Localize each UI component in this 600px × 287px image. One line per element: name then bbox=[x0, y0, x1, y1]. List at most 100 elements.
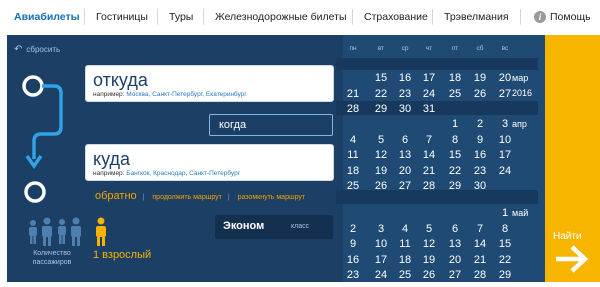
from-label: откуда bbox=[93, 70, 148, 90]
calendar-day[interactable]: 14 bbox=[419, 149, 439, 161]
calendar-day[interactable]: 28 bbox=[470, 269, 490, 281]
calendar-day[interactable]: 4 bbox=[395, 223, 415, 235]
calendar-day[interactable]: 30 bbox=[470, 180, 490, 192]
calendar-day[interactable]: 27 bbox=[395, 180, 415, 192]
calendar-day[interactable]: 26 bbox=[419, 269, 439, 281]
calendar-day[interactable]: 1 bbox=[445, 118, 465, 130]
calendar-day[interactable]: 19 bbox=[419, 254, 439, 266]
calendar-day[interactable]: 21 bbox=[470, 254, 490, 266]
calendar-day[interactable]: 12 bbox=[419, 238, 439, 250]
top-nav: Авиабилеты Гостиницы Туры Железнодорожны… bbox=[0, 0, 600, 32]
nav-item-insurance[interactable]: Страхование bbox=[364, 11, 428, 23]
calendar-day[interactable]: 17 bbox=[419, 72, 439, 84]
calendar-day[interactable]: 6 bbox=[445, 223, 465, 235]
to-field[interactable]: куда например: Бангкок, Краснодар, Санкт… bbox=[85, 144, 334, 181]
calendar-day[interactable]: 18 bbox=[445, 72, 465, 84]
calendar-day[interactable]: 25 bbox=[445, 88, 465, 100]
calendar-day[interactable]: 27 bbox=[445, 269, 465, 281]
nav-item-hotels[interactable]: Гостиницы bbox=[96, 11, 148, 23]
calendar-day[interactable]: 14 bbox=[470, 238, 490, 250]
calendar-day[interactable]: 28 bbox=[343, 103, 363, 115]
calendar-day[interactable]: 22 bbox=[495, 254, 515, 266]
calendar-day[interactable]: 23 bbox=[470, 165, 490, 177]
calendar-day[interactable]: 26 bbox=[371, 180, 391, 192]
calendar-day[interactable]: 15 bbox=[371, 72, 391, 84]
calendar-day[interactable]: 24 bbox=[419, 88, 439, 100]
calendar-day[interactable]: 29 bbox=[495, 269, 515, 281]
class-selector[interactable]: Эконом класс bbox=[215, 215, 333, 239]
continue-route-link[interactable]: продолжить маршрут bbox=[152, 194, 221, 201]
calendar-day[interactable]: 13 bbox=[395, 149, 415, 161]
calendar-day[interactable]: 19 bbox=[371, 165, 391, 177]
calendar-day[interactable]: 21 bbox=[343, 88, 363, 100]
calendar-day[interactable]: 2 bbox=[343, 223, 363, 235]
calendar-day[interactable]: 21 bbox=[419, 165, 439, 177]
calendar-day[interactable]: 23 bbox=[343, 269, 363, 281]
return-link[interactable]: обратно bbox=[95, 190, 137, 202]
calendar-day[interactable]: 9 bbox=[343, 238, 363, 250]
calendar-day[interactable]: 22 bbox=[445, 165, 465, 177]
nav-item-travelmania[interactable]: Трэвелмания bbox=[444, 11, 509, 23]
calendar-day[interactable]: 11 bbox=[343, 149, 363, 161]
calendar-day[interactable]: 29 bbox=[371, 103, 391, 115]
help-link[interactable]: Помощь bbox=[550, 11, 591, 23]
calendar-day[interactable]: 20 bbox=[395, 165, 415, 177]
calendar-day[interactable]: 7 bbox=[470, 223, 490, 235]
calendar-day[interactable]: 30 bbox=[395, 103, 415, 115]
calendar-day[interactable]: 10 bbox=[371, 238, 391, 250]
calendar-day[interactable]: 17 bbox=[495, 149, 515, 161]
reset-link[interactable]: ↶ сбросить bbox=[14, 44, 60, 55]
calendar-day[interactable]: 7 bbox=[419, 134, 439, 146]
calendar-day[interactable]: 13 bbox=[445, 238, 465, 250]
calendar-day[interactable]: 5 bbox=[371, 134, 391, 146]
calendar-day[interactable]: 26 bbox=[470, 88, 490, 100]
nav-item-flights[interactable]: Авиабилеты bbox=[14, 11, 80, 23]
calendar-day[interactable]: 16 bbox=[395, 72, 415, 84]
divider: | bbox=[227, 194, 230, 201]
calendar-day[interactable]: 3 bbox=[371, 223, 391, 235]
calendar-day[interactable]: 18 bbox=[395, 254, 415, 266]
calendar-day[interactable]: 23 bbox=[395, 88, 415, 100]
calendar-day[interactable]: 15 bbox=[495, 238, 515, 250]
nav-item-tours[interactable]: Туры bbox=[169, 11, 193, 23]
nav-item-trains[interactable]: Железнодорожные билеты bbox=[215, 11, 347, 23]
to-hint-examples[interactable]: Бангкок, Краснодар, Санкт-Петербург bbox=[126, 170, 240, 177]
month-label: апр bbox=[512, 119, 527, 129]
calendar-day[interactable]: 15 bbox=[445, 149, 465, 161]
calendar-day[interactable]: 24 bbox=[371, 269, 391, 281]
adults-count[interactable]: 1 взрослый bbox=[93, 249, 151, 261]
calendar-day[interactable]: 16 bbox=[343, 254, 363, 266]
calendar-day[interactable]: 10 bbox=[495, 134, 515, 146]
calendar-day[interactable]: 22 bbox=[371, 88, 391, 100]
calendar-day[interactable]: 11 bbox=[395, 238, 415, 250]
calendar-day[interactable]: 12 bbox=[371, 149, 391, 161]
calendar-day[interactable]: 2 bbox=[470, 118, 490, 130]
calendar-day[interactable]: 16 bbox=[470, 149, 490, 161]
undo-icon: ↶ bbox=[14, 44, 23, 55]
passengers-icon[interactable] bbox=[27, 217, 109, 247]
search-button[interactable]: Найти bbox=[545, 35, 600, 282]
calendar-day[interactable]: 8 bbox=[495, 223, 515, 235]
split-route-link[interactable]: разомкнуть маршрут bbox=[238, 194, 306, 201]
calendar-day[interactable]: 8 bbox=[445, 134, 465, 146]
help-icon[interactable]: i bbox=[534, 11, 546, 23]
divider: | bbox=[142, 194, 145, 201]
calendar-day[interactable]: 18 bbox=[343, 165, 363, 177]
calendar-day[interactable]: 19 bbox=[470, 72, 490, 84]
calendar-day[interactable]: 17 bbox=[371, 254, 391, 266]
when-field[interactable]: когда bbox=[209, 114, 333, 136]
calendar-day[interactable]: 28 bbox=[419, 180, 439, 192]
calendar-day[interactable]: 29 bbox=[445, 180, 465, 192]
calendar-day[interactable]: 5 bbox=[419, 223, 439, 235]
calendar-day[interactable]: 31 bbox=[419, 103, 439, 115]
calendar-day[interactable]: 6 bbox=[395, 134, 415, 146]
calendar-day[interactable]: 25 bbox=[343, 180, 363, 192]
calendar-day[interactable]: 24 bbox=[495, 165, 515, 177]
calendar-day[interactable]: 9 bbox=[470, 134, 490, 146]
month-separator bbox=[336, 190, 538, 204]
calendar-day[interactable]: 25 bbox=[395, 269, 415, 281]
calendar-day[interactable]: 4 bbox=[343, 134, 363, 146]
from-field[interactable]: откуда например: Москва, Санкт-Петербург… bbox=[85, 65, 334, 102]
calendar-day[interactable]: 20 bbox=[445, 254, 465, 266]
from-hint-examples[interactable]: Москва, Санкт-Петербург, Екатеринбург bbox=[126, 91, 247, 98]
